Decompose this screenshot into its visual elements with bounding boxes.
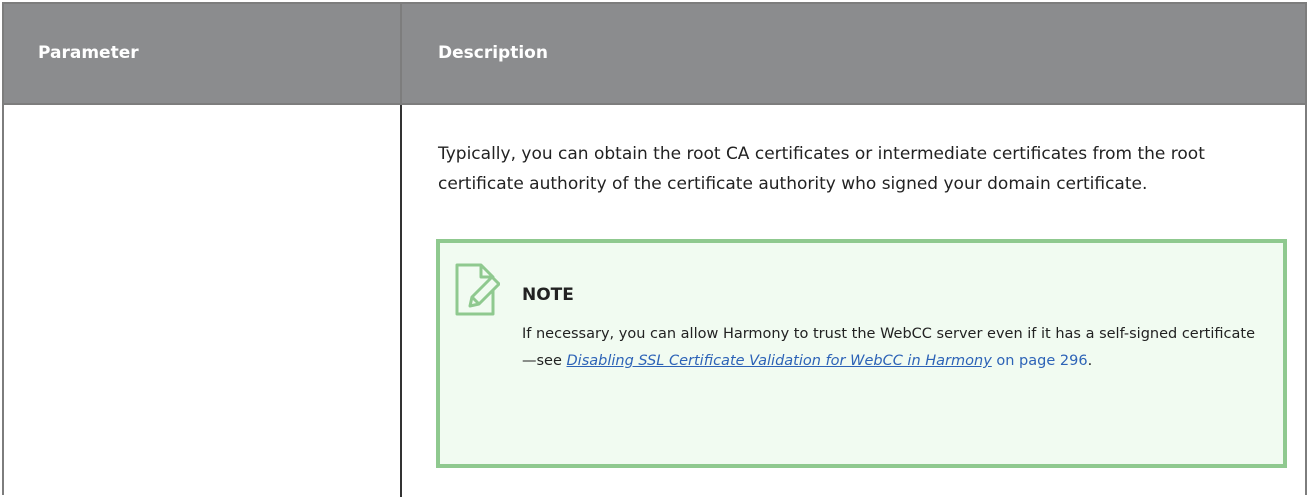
note-callout: NOTE If necessary, you can allow Harmony… xyxy=(436,239,1287,468)
ssl-validation-link[interactable]: Disabling SSL Certificate Validation for… xyxy=(567,353,992,369)
parameter-table: Parameter Description Typically, you can… xyxy=(2,2,1307,497)
header-parameter: Parameter xyxy=(38,43,139,63)
table-header-row: Parameter Description xyxy=(4,4,1305,105)
note-text-after: . xyxy=(1087,353,1093,369)
parameter-cell xyxy=(4,105,400,497)
note-text: If necessary, you can allow Harmony to t… xyxy=(522,321,1257,375)
header-column-divider xyxy=(400,4,402,103)
note-edit-icon xyxy=(455,263,500,316)
header-description: Description xyxy=(438,43,548,63)
description-text: Typically, you can obtain the root CA ce… xyxy=(438,144,1205,194)
description-cell: Typically, you can obtain the root CA ce… xyxy=(402,105,1305,497)
note-title: NOTE xyxy=(522,285,574,305)
page-reference-link[interactable]: on page 296 xyxy=(996,353,1087,369)
